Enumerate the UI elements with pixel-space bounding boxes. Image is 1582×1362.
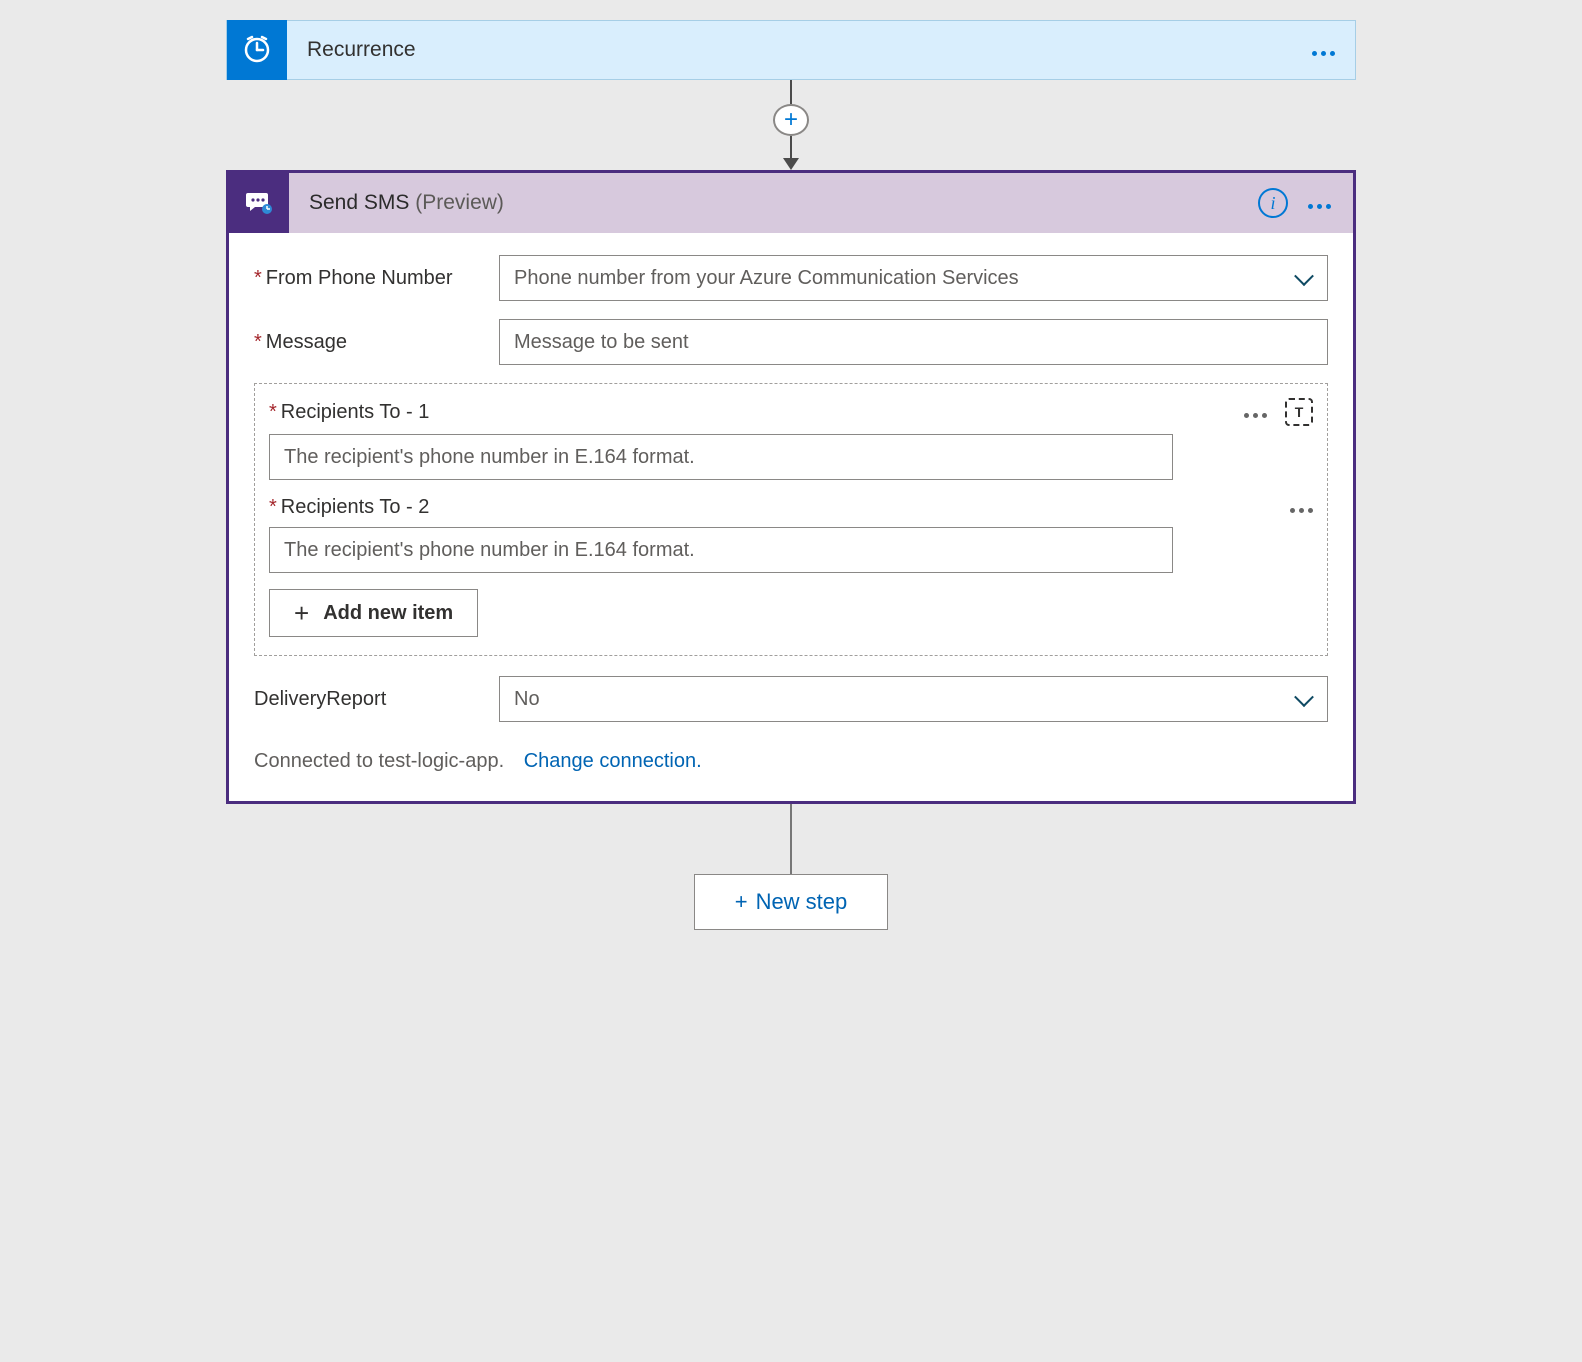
recipient-input[interactable]: The recipient's phone number in E.164 fo… [269, 434, 1173, 480]
recipient-placeholder: The recipient's phone number in E.164 fo… [284, 539, 695, 562]
sms-title-suffix: (Preview) [415, 191, 504, 214]
from-phone-label: *From Phone Number [254, 267, 499, 290]
sms-title-text: Send SMS [309, 191, 409, 214]
delivery-report-select[interactable]: No [499, 676, 1328, 722]
required-asterisk: * [254, 267, 262, 289]
recipient-label-text: Recipients To - 2 [281, 496, 430, 518]
chat-icon [243, 187, 275, 219]
add-new-item-button[interactable]: + Add new item [269, 589, 478, 637]
message-label: *Message [254, 331, 499, 354]
info-icon[interactable]: i [1258, 188, 1288, 218]
clock-icon [241, 34, 273, 66]
recipient-input[interactable]: The recipient's phone number in E.164 fo… [269, 527, 1173, 573]
chevron-down-icon [1293, 272, 1313, 284]
recipient-label: *Recipients To - 2 [269, 496, 429, 519]
recipient-item: *Recipients To - 2 The recipient's phone… [269, 496, 1313, 573]
ellipsis-icon [1244, 413, 1267, 418]
recipient-more-button[interactable] [1244, 401, 1267, 424]
chevron-down-icon [1293, 693, 1313, 705]
new-step-label: New step [756, 889, 848, 915]
recipient-item: *Recipients To - 1 T The recipient [269, 398, 1313, 480]
connector: + [226, 80, 1356, 170]
recipient-label: *Recipients To - 1 [269, 401, 429, 424]
recipient-placeholder: The recipient's phone number in E.164 fo… [284, 446, 695, 469]
arrow-down-icon [783, 158, 799, 170]
new-step-button[interactable]: + New step [694, 874, 889, 930]
connector-line [790, 804, 792, 874]
ellipsis-icon [1312, 51, 1335, 56]
required-asterisk: * [269, 401, 277, 423]
sms-icon-box [229, 173, 289, 233]
sms-more-button[interactable] [1308, 192, 1331, 215]
from-phone-row: *From Phone Number Phone number from you… [254, 255, 1328, 301]
plus-icon: + [294, 600, 309, 626]
required-asterisk: * [269, 496, 277, 518]
message-row: *Message Message to be sent [254, 319, 1328, 365]
connector-line [790, 136, 792, 160]
send-sms-body: *From Phone Number Phone number from you… [229, 233, 1353, 801]
message-input[interactable]: Message to be sent [499, 319, 1328, 365]
recurrence-title: Recurrence [287, 38, 1292, 62]
connection-footer: Connected to test-logic-app. Change conn… [254, 750, 1328, 773]
recipient-more-button[interactable] [1290, 496, 1313, 519]
required-asterisk: * [254, 331, 262, 353]
delivery-report-label: DeliveryReport [254, 688, 499, 711]
insert-step-button[interactable]: + [773, 104, 809, 136]
connector-line [790, 80, 792, 104]
recurrence-card[interactable]: Recurrence [226, 20, 1356, 80]
ellipsis-icon [1290, 508, 1313, 513]
change-connection-link[interactable]: Change connection. [524, 750, 702, 772]
plus-icon: + [735, 889, 748, 915]
message-placeholder: Message to be sent [514, 331, 689, 354]
from-phone-select[interactable]: Phone number from your Azure Communicati… [499, 255, 1328, 301]
recurrence-more-button[interactable] [1292, 39, 1355, 62]
from-phone-select-text: Phone number from your Azure Communicati… [514, 267, 1019, 290]
ellipsis-icon [1308, 204, 1331, 209]
array-toggle-button[interactable]: T [1285, 398, 1313, 426]
connection-text: Connected to test-logic-app. [254, 750, 504, 772]
recipients-group: *Recipients To - 1 T The recipient [254, 383, 1328, 656]
message-label-text: Message [266, 331, 347, 353]
recipient-label-text: Recipients To - 1 [281, 401, 430, 423]
from-phone-label-text: From Phone Number [266, 267, 453, 289]
bottom-connector [226, 804, 1356, 874]
send-sms-title: Send SMS (Preview) [289, 191, 504, 215]
send-sms-card: Send SMS (Preview) i *From Phone Number … [226, 170, 1356, 804]
add-item-label: Add new item [323, 602, 453, 625]
send-sms-header[interactable]: Send SMS (Preview) i [229, 173, 1353, 233]
delivery-report-row: DeliveryReport No [254, 676, 1328, 722]
delivery-report-value: No [514, 688, 540, 711]
array-toggle-text: T [1295, 404, 1304, 420]
recurrence-icon-box [227, 20, 287, 80]
